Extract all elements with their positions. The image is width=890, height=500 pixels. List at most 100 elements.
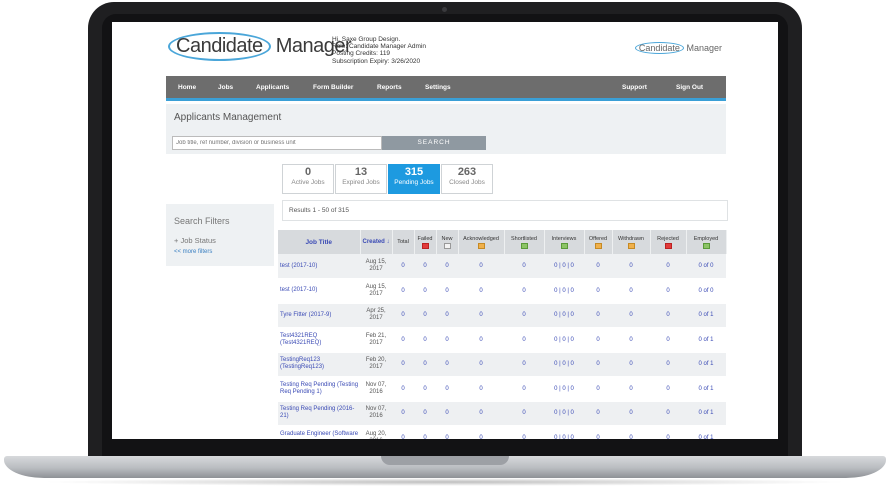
tab-pending-jobs[interactable]: 315 Pending Jobs — [388, 164, 440, 194]
column-shortlisted[interactable]: Shortlisted — [504, 230, 545, 254]
offered-count[interactable]: 0 — [584, 401, 612, 426]
interviews-count[interactable]: 0 | 0 | 0 — [544, 352, 584, 377]
column-withdrawn[interactable]: Withdrawn — [612, 230, 651, 254]
shortlisted-count[interactable]: 0 — [504, 327, 544, 353]
interviews-count[interactable]: 0 | 0 | 0 — [544, 327, 584, 353]
search-input[interactable] — [172, 136, 382, 150]
job-title-link[interactable]: TestingReq123 (TestingReq123) — [278, 352, 360, 377]
column-job-title[interactable]: Job Title — [278, 230, 361, 254]
new-count[interactable]: 0 — [436, 278, 458, 304]
shortlisted-count[interactable]: 0 — [504, 254, 544, 279]
acknowledged-count[interactable]: 0 — [458, 352, 504, 377]
filter-job-status[interactable]: + Job Status — [174, 236, 216, 245]
employed-count[interactable]: 0 of 0 — [686, 254, 726, 279]
app-logo[interactable]: Candidate Manager — [168, 32, 352, 61]
column-rejected[interactable]: Rejected — [650, 230, 687, 254]
new-count[interactable]: 0 — [436, 352, 458, 377]
rejected-count[interactable]: 0 — [650, 278, 686, 304]
rejected-count[interactable]: 0 — [650, 303, 686, 328]
total-count[interactable]: 0 — [392, 376, 414, 402]
new-count[interactable]: 0 — [436, 254, 458, 279]
withdrawn-count[interactable]: 0 — [612, 376, 650, 402]
withdrawn-count[interactable]: 0 — [612, 352, 650, 377]
employed-count[interactable]: 0 of 0 — [686, 278, 726, 304]
shortlisted-count[interactable]: 0 — [504, 303, 544, 328]
failed-count[interactable]: 0 — [414, 303, 436, 328]
failed-count[interactable]: 0 — [414, 254, 436, 279]
withdrawn-count[interactable]: 0 — [612, 254, 650, 279]
employed-count[interactable]: 0 of 1 — [686, 425, 726, 439]
shortlisted-count[interactable]: 0 — [504, 278, 544, 304]
nav-form-builder[interactable]: Form Builder — [313, 84, 353, 91]
withdrawn-count[interactable]: 0 — [612, 425, 650, 439]
nav-sign-out[interactable]: Sign Out — [676, 84, 703, 91]
total-count[interactable]: 0 — [392, 401, 414, 426]
offered-count[interactable]: 0 — [584, 254, 612, 279]
failed-count[interactable]: 0 — [414, 278, 436, 304]
total-count[interactable]: 0 — [392, 425, 414, 439]
new-count[interactable]: 0 — [436, 401, 458, 426]
offered-count[interactable]: 0 — [584, 327, 612, 353]
acknowledged-count[interactable]: 0 — [458, 376, 504, 402]
new-count[interactable]: 0 — [436, 303, 458, 328]
job-title-link[interactable]: Graduate Engineer (Software ... — [278, 425, 360, 439]
total-count[interactable]: 0 — [392, 254, 414, 279]
tab-closed-jobs[interactable]: 263 Closed Jobs — [441, 164, 493, 194]
interviews-count[interactable]: 0 | 0 | 0 — [544, 254, 584, 279]
rejected-count[interactable]: 0 — [650, 327, 686, 353]
rejected-count[interactable]: 0 — [650, 352, 686, 377]
withdrawn-count[interactable]: 0 — [612, 401, 650, 426]
failed-count[interactable]: 0 — [414, 401, 436, 426]
offered-count[interactable]: 0 — [584, 425, 612, 439]
job-title-link[interactable]: Tyre Fitter (2017-9) — [278, 303, 360, 328]
shortlisted-count[interactable]: 0 — [504, 376, 544, 402]
job-title-link[interactable]: Testing Req Pending (Testing Req Pending… — [278, 376, 360, 402]
employed-count[interactable]: 0 of 1 — [686, 327, 726, 353]
withdrawn-count[interactable]: 0 — [612, 278, 650, 304]
nav-reports[interactable]: Reports — [377, 84, 402, 91]
acknowledged-count[interactable]: 0 — [458, 254, 504, 279]
new-count[interactable]: 0 — [436, 376, 458, 402]
rejected-count[interactable]: 0 — [650, 401, 686, 426]
interviews-count[interactable]: 0 | 0 | 0 — [544, 376, 584, 402]
job-title-link[interactable]: Test4321REQ (Test4321REQ) — [278, 327, 360, 353]
more-filters-link[interactable]: << more filters — [174, 249, 212, 255]
total-count[interactable]: 0 — [392, 352, 414, 377]
rejected-count[interactable]: 0 — [650, 425, 686, 439]
column-employed[interactable]: Employed — [686, 230, 727, 254]
employed-count[interactable]: 0 of 1 — [686, 303, 726, 328]
nav-jobs[interactable]: Jobs — [218, 84, 233, 91]
employed-count[interactable]: 0 of 1 — [686, 401, 726, 426]
column-new[interactable]: New — [436, 230, 459, 254]
tab-expired-jobs[interactable]: 13 Expired Jobs — [335, 164, 387, 194]
failed-count[interactable]: 0 — [414, 425, 436, 439]
acknowledged-count[interactable]: 0 — [458, 303, 504, 328]
search-button[interactable]: SEARCH — [382, 136, 486, 150]
employed-count[interactable]: 0 of 1 — [686, 376, 726, 402]
total-count[interactable]: 0 — [392, 327, 414, 353]
employed-count[interactable]: 0 of 1 — [686, 352, 726, 377]
nav-home[interactable]: Home — [178, 84, 196, 91]
shortlisted-count[interactable]: 0 — [504, 425, 544, 439]
rejected-count[interactable]: 0 — [650, 254, 686, 279]
offered-count[interactable]: 0 — [584, 352, 612, 377]
withdrawn-count[interactable]: 0 — [612, 327, 650, 353]
column-created[interactable]: Created ↓ — [360, 230, 393, 254]
acknowledged-count[interactable]: 0 — [458, 425, 504, 439]
offered-count[interactable]: 0 — [584, 303, 612, 328]
rejected-count[interactable]: 0 — [650, 376, 686, 402]
job-title-link[interactable]: test (2017-10) — [278, 278, 360, 304]
interviews-count[interactable]: 0 | 0 | 0 — [544, 401, 584, 426]
column-failed[interactable]: Failed — [414, 230, 437, 254]
interviews-count[interactable]: 0 | 0 | 0 — [544, 278, 584, 304]
failed-count[interactable]: 0 — [414, 376, 436, 402]
tab-active-jobs[interactable]: 0 Active Jobs — [282, 164, 334, 194]
offered-count[interactable]: 0 — [584, 376, 612, 402]
interviews-count[interactable]: 0 | 0 | 0 — [544, 425, 584, 439]
column-interviews[interactable]: Interviews — [544, 230, 585, 254]
new-count[interactable]: 0 — [436, 327, 458, 353]
column-acknowledged[interactable]: Acknowledged — [458, 230, 505, 254]
withdrawn-count[interactable]: 0 — [612, 303, 650, 328]
job-title-link[interactable]: Testing Req Pending (2016-21) — [278, 401, 360, 426]
failed-count[interactable]: 0 — [414, 352, 436, 377]
